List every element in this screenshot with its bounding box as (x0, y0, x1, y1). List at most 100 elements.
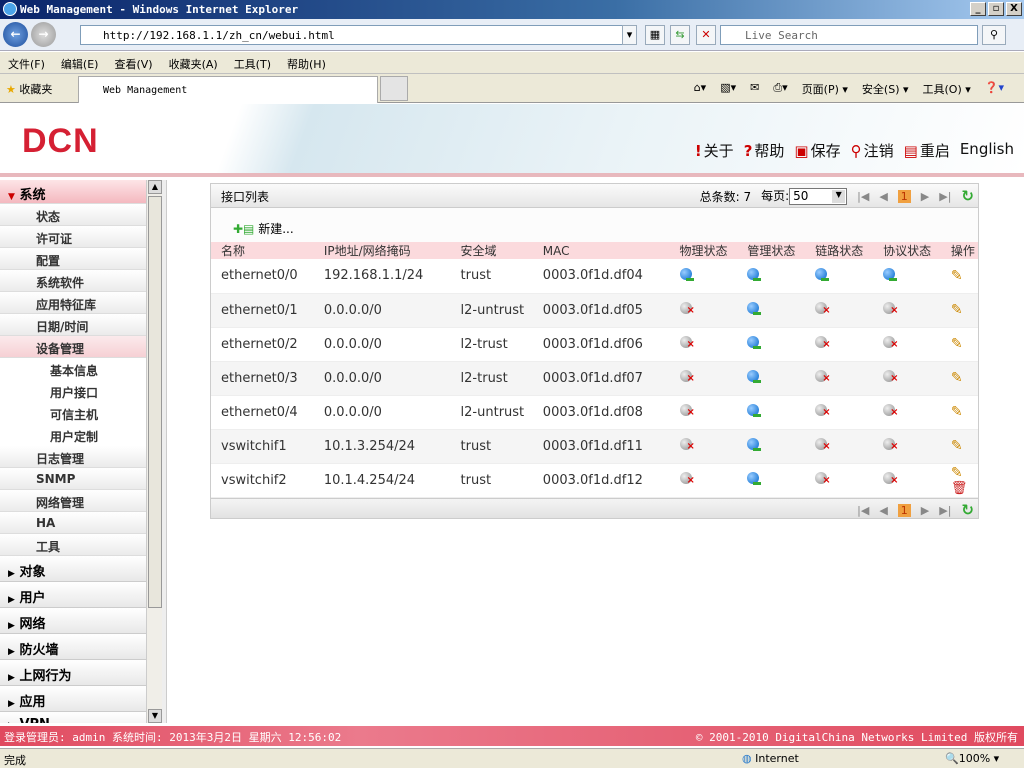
sidebar-item[interactable]: 配置 (0, 248, 146, 270)
reboot-link[interactable]: ▤ 重启 (904, 140, 950, 161)
sidebar-subitem[interactable]: 基本信息 (0, 358, 146, 380)
safety-menu[interactable]: 安全(S) ▾ (862, 81, 909, 97)
about-link[interactable]: ! 关于 (695, 140, 734, 161)
sidebar-group[interactable]: ▶ 上网行为 (0, 660, 146, 686)
menu-tools[interactable]: 工具(T) (234, 56, 271, 73)
cell-mac: 0003.0f1d.df12 (532, 463, 670, 498)
cell-name: vswitchif1 (211, 429, 314, 464)
sidebar-group[interactable]: ▶ 网络 (0, 608, 146, 634)
edit-icon[interactable]: ✎ (951, 370, 963, 386)
browser-tab[interactable]: Web Management (78, 76, 378, 103)
edit-icon[interactable]: ✎ (951, 438, 963, 454)
edit-icon[interactable]: ✎ (951, 302, 963, 318)
refresh-icon[interactable]: ⇆ (670, 25, 690, 45)
sidebar-item[interactable]: 状态 (0, 204, 146, 226)
cell-mac: 0003.0f1d.df04 (532, 259, 670, 294)
per-page-select[interactable]: 50 (789, 188, 848, 205)
prev-page-button[interactable]: ◀ (879, 504, 887, 517)
new-tab-button[interactable] (380, 76, 408, 101)
next-page-button[interactable]: ▶ (921, 190, 929, 203)
sidebar-group[interactable]: ▶ 对象 (0, 556, 146, 582)
favorites-button[interactable]: ★ 收藏夹 (6, 81, 52, 97)
sidebar-item[interactable]: 日期/时间 (0, 314, 146, 336)
menu-file[interactable]: 文件(F) (8, 56, 45, 73)
sidebar-group-system[interactable]: ▼ 系统 (0, 180, 146, 204)
search-icon[interactable]: ⚲ (982, 25, 1006, 45)
minimize-button[interactable]: _ (970, 2, 986, 16)
menu-help[interactable]: 帮助(H) (287, 56, 326, 73)
sidebar-group[interactable]: ▶ 应用 (0, 686, 146, 712)
sidebar-scrollbar[interactable]: ▲ ▼ (146, 180, 162, 723)
status-up-icon (747, 370, 762, 383)
restore-button[interactable]: ▫ (988, 2, 1004, 16)
edit-icon[interactable]: ✎ (951, 404, 963, 420)
help-icon[interactable]: ❓▾ (985, 81, 1004, 97)
close-button[interactable]: X (1006, 2, 1022, 16)
edit-icon[interactable]: ✎ (951, 268, 963, 284)
sidebar-group[interactable]: ▶ 用户 (0, 582, 146, 608)
help-link[interactable]: ? 帮助 (744, 140, 785, 161)
sidebar-collapse-handle[interactable] (162, 180, 167, 723)
sidebar-item[interactable]: 应用特征库 (0, 292, 146, 314)
window-title: Web Management - Windows Internet Explor… (20, 3, 299, 16)
cell-ip: 10.1.3.254/24 (313, 429, 451, 464)
save-link[interactable]: ▣ 保存 (794, 140, 840, 161)
column-header: 管理状态 (737, 242, 806, 259)
app-footer: 登录管理员: admin 系统时间: 2013年3月2日 星期六 12:56:0… (0, 726, 1024, 746)
tools-menu[interactable]: 工具(O) ▾ (923, 81, 971, 97)
first-page-button[interactable]: |◀ (857, 190, 869, 203)
url-input[interactable]: http://192.168.1.1/zh_cn/webui.html (80, 25, 637, 45)
search-input[interactable]: Live Search (720, 25, 978, 45)
url-dropdown-icon[interactable]: ▾ (622, 25, 637, 45)
menu-view[interactable]: 查看(V) (114, 56, 152, 73)
page-menu[interactable]: 页面(P) ▾ (802, 81, 848, 97)
home-icon[interactable]: ⌂▾ (694, 81, 707, 97)
menu-favorites[interactable]: 收藏夹(A) (169, 56, 218, 73)
compat-icon[interactable]: ▦ (645, 25, 665, 45)
refresh-icon[interactable]: ↻ (961, 187, 974, 205)
sidebar-subitem[interactable]: 可信主机 (0, 402, 146, 424)
cell-name: ethernet0/3 (211, 361, 314, 396)
table-row: ethernet0/0 192.168.1.1/24 trust 0003.0f1d.… (211, 259, 978, 294)
print-icon[interactable]: ⎙▾ (773, 81, 787, 97)
first-page-button[interactable]: |◀ (857, 504, 869, 517)
sidebar-subitem[interactable]: 用户接口 (0, 380, 146, 402)
current-page: 1 (897, 503, 911, 517)
delete-icon[interactable]: 🗑 (951, 481, 978, 496)
last-page-button[interactable]: ▶| (939, 190, 951, 203)
total-count: 总条数: 7 (699, 189, 752, 204)
sidebar-item[interactable]: 网络管理 (0, 490, 146, 512)
mail-icon[interactable]: ✉ (750, 81, 759, 97)
cell-ip: 0.0.0.0/0 (313, 361, 451, 396)
english-link[interactable]: English (960, 140, 1014, 161)
sidebar-item[interactable]: SNMP (0, 468, 146, 490)
logout-link[interactable]: ⚲ 注销 (851, 140, 894, 161)
sidebar-item[interactable]: 工具 (0, 534, 146, 556)
copyright: © 2001-2010 DigitalChina Networks Limite… (695, 731, 1018, 744)
back-button[interactable]: ← (3, 22, 28, 47)
cell-zone: l2-trust (450, 327, 533, 362)
sidebar-group[interactable]: ▶ 防火墙 (0, 634, 146, 660)
zoom-level[interactable]: 🔍100% ▾ (945, 752, 999, 765)
status-down-icon (883, 404, 898, 418)
sidebar-item[interactable]: 日志管理 (0, 446, 146, 468)
forward-button[interactable]: → (31, 22, 56, 47)
sidebar-item[interactable]: 许可证 (0, 226, 146, 248)
sidebar-subitem[interactable]: 用户定制 (0, 424, 146, 446)
feeds-icon[interactable]: ▧▾ (720, 81, 736, 97)
stop-icon[interactable]: ✕ (696, 25, 716, 45)
last-page-button[interactable]: ▶| (939, 504, 951, 517)
sidebar-group[interactable]: ▶ VPN (0, 712, 146, 723)
status-up-icon (747, 404, 762, 417)
sidebar-item[interactable]: 设备管理 (0, 336, 146, 358)
new-button[interactable]: ✚▤ 新建... (233, 222, 294, 236)
edit-icon[interactable]: ✎ (951, 465, 963, 481)
sidebar-item[interactable]: HA (0, 512, 146, 534)
next-page-button[interactable]: ▶ (921, 504, 929, 517)
menu-edit[interactable]: 编辑(E) (61, 56, 99, 73)
edit-icon[interactable]: ✎ (951, 336, 963, 352)
prev-page-button[interactable]: ◀ (879, 190, 887, 203)
sidebar-item[interactable]: 系统软件 (0, 270, 146, 292)
address-bar: ← → http://192.168.1.1/zh_cn/webui.html … (0, 19, 1024, 51)
refresh-icon[interactable]: ↻ (961, 501, 974, 519)
